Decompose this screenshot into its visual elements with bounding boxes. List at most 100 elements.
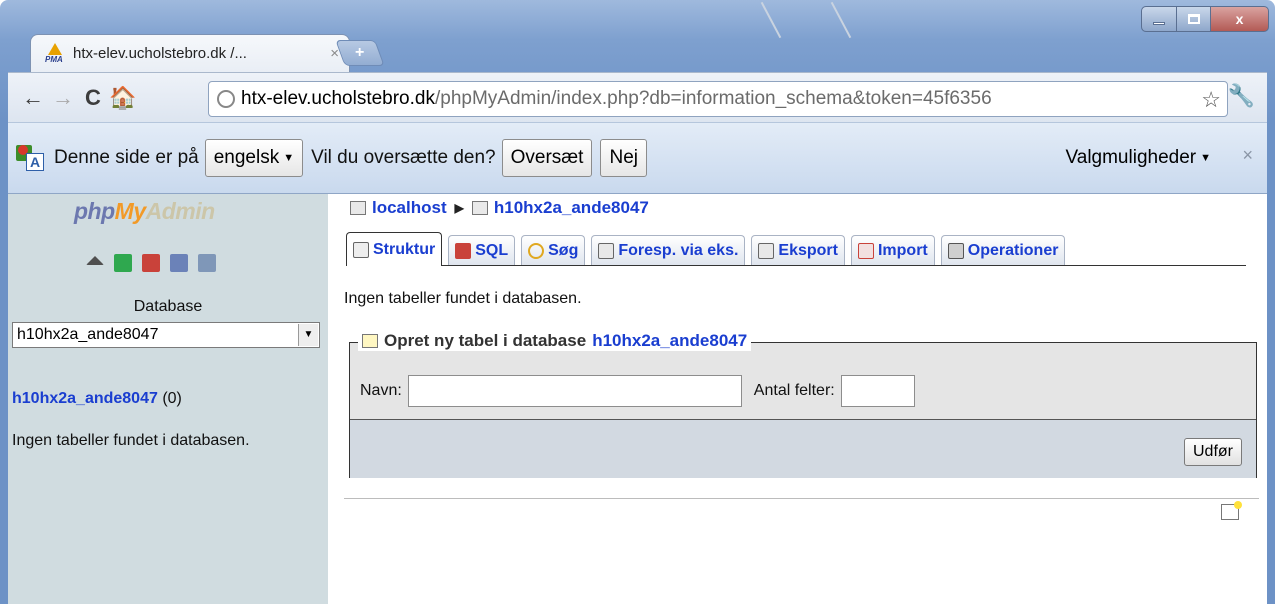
browser-toolbar: ← → C 🏠 htx-elev.ucholstebro.dk /phpMyAd… <box>8 72 1267 122</box>
query-icon <box>598 242 615 259</box>
tab-label: Operationer <box>967 241 1059 259</box>
options-label: Valgmuligheder <box>1065 147 1197 168</box>
logo-my: My <box>114 198 146 224</box>
tab-sql[interactable]: SQL <box>448 235 516 265</box>
page-content: phpMyAdmin Database h10hx2a_ande8047 ▼ h… <box>8 194 1267 604</box>
tab-search[interactable]: Søg <box>521 235 586 265</box>
navigation-sidebar: phpMyAdmin Database h10hx2a_ande8047 ▼ h… <box>8 194 328 604</box>
tab-operations[interactable]: Operationer <box>940 235 1066 265</box>
reload-icon[interactable]: C <box>78 85 108 111</box>
plus-icon: + <box>355 44 365 61</box>
sql-query-icon[interactable] <box>142 254 160 272</box>
close-icon: x <box>1235 11 1244 27</box>
bookmark-star-icon[interactable]: ☆ <box>1201 87 1221 113</box>
create-table-inputs: Navn: Antal felter: <box>350 363 1256 419</box>
window-controls: x <box>1141 6 1269 32</box>
tab-label: SQL <box>475 241 509 259</box>
create-table-legend: Opret ny tabel i database h10hx2a_ande80… <box>358 331 752 351</box>
export-icon <box>758 242 775 259</box>
minimize-button[interactable] <box>1141 6 1177 32</box>
open-new-window-icon[interactable] <box>1221 501 1242 520</box>
exit-icon[interactable] <box>114 254 132 272</box>
table-count: (0) <box>162 390 182 407</box>
tab-query[interactable]: Foresp. via eks. <box>591 235 746 265</box>
documentation-icon[interactable] <box>198 254 216 272</box>
breadcrumb: localhost ▶ h10hx2a_ande8047 <box>350 198 649 218</box>
url-host: htx-elev.ucholstebro.dk <box>241 88 435 109</box>
main-panel: localhost ▶ h10hx2a_ande8047 Struktur SQ… <box>344 194 1259 604</box>
tab-label: Struktur <box>373 240 436 258</box>
logo-admin: Admin <box>145 198 216 224</box>
infobar-close-icon[interactable]: × <box>1242 145 1253 166</box>
desktop-decoration <box>830 1 852 39</box>
translate-prefix: Denne side er på <box>54 147 199 168</box>
translate-button[interactable]: Oversæt <box>501 139 593 177</box>
phpmyadmin-logo[interactable]: phpMyAdmin <box>74 198 215 225</box>
divider <box>344 498 1259 499</box>
database-select[interactable]: h10hx2a_ande8047 ▼ <box>12 322 320 348</box>
no-tables-message: Ingen tabeller fundet i databasen. <box>344 290 582 307</box>
server-icon <box>350 201 366 215</box>
breadcrumb-arrow-icon: ▶ <box>454 201 464 215</box>
table-name-input[interactable] <box>407 375 742 407</box>
breadcrumb-database[interactable]: h10hx2a_ande8047 <box>494 198 649 218</box>
chevron-down-icon[interactable]: ▼ <box>298 324 318 346</box>
tab-label: Foresp. via eks. <box>618 241 739 259</box>
chevron-down-icon: ▼ <box>1200 152 1211 164</box>
language-dropdown[interactable]: engelsk ▼ <box>204 139 304 177</box>
language-value: engelsk <box>213 147 280 168</box>
no-translate-button[interactable]: Nej <box>600 139 647 177</box>
wrench-menu-icon[interactable]: 🔧 <box>1228 83 1255 109</box>
back-icon[interactable]: ← <box>18 85 48 111</box>
search-icon <box>528 242 545 259</box>
tab-label: Eksport <box>778 241 838 259</box>
minimize-icon <box>1153 21 1165 25</box>
home-icon[interactable]: 🏠 <box>108 85 138 111</box>
tab-struktur[interactable]: Struktur <box>346 232 443 266</box>
tab-label: Import <box>877 241 928 259</box>
translate-infobar: A Denne side er på engelsk ▼ Vil du over… <box>8 122 1267 194</box>
form-footer: Udfør <box>350 419 1256 478</box>
page-info-icon[interactable] <box>217 90 235 108</box>
database-select-value: h10hx2a_ande8047 <box>17 326 159 343</box>
database-link-row: h10hx2a_ande8047 (0) <box>12 390 182 408</box>
url-path: /phpMyAdmin/index.php?db=information_sch… <box>434 88 992 109</box>
sidebar-icon-row <box>86 254 216 272</box>
database-icon <box>471 201 488 215</box>
translate-options-menu[interactable]: Valgmuligheder ▼ <box>1065 147 1211 169</box>
database-tabs: Struktur SQL Søg Foresp. via eks. Ekspor… <box>346 232 1246 266</box>
tab-import[interactable]: Import <box>850 235 935 265</box>
go-button[interactable]: Udfør <box>1184 438 1242 466</box>
forward-icon[interactable]: → <box>48 85 78 111</box>
legend-label: Opret ny tabel i database <box>384 331 587 350</box>
browser-tab[interactable]: PMA htx-elev.ucholstebro.dk /... × <box>30 34 350 72</box>
database-label: Database <box>133 298 203 315</box>
browser-window: PMA htx-elev.ucholstebro.dk /... × + x ←… <box>0 0 1275 604</box>
breadcrumb-server[interactable]: localhost <box>372 198 447 218</box>
translate-question: Vil du oversætte den? <box>311 147 496 168</box>
tab-export[interactable]: Eksport <box>751 235 845 265</box>
name-label: Navn: <box>360 382 402 399</box>
database-link[interactable]: h10hx2a_ande8047 <box>12 390 158 407</box>
phpmyadmin-favicon-icon: PMA <box>45 42 65 65</box>
create-table-form: Opret ny tabel i database h10hx2a_ande80… <box>349 331 1257 478</box>
address-bar[interactable]: htx-elev.ucholstebro.dk /phpMyAdmin/inde… <box>208 81 1228 117</box>
structure-icon <box>353 241 369 258</box>
tab-title: htx-elev.ucholstebro.dk /... <box>73 45 247 62</box>
import-icon <box>857 242 874 259</box>
maximize-button[interactable] <box>1177 6 1211 32</box>
desktop-decoration <box>760 1 782 39</box>
close-window-button[interactable]: x <box>1211 6 1269 32</box>
new-tab-button[interactable]: + <box>335 40 385 66</box>
tools-icon <box>947 242 964 259</box>
logo-php: php <box>74 198 115 224</box>
field-count-input[interactable] <box>840 375 915 407</box>
chevron-down-icon: ▼ <box>283 152 295 164</box>
sql-icon <box>455 242 472 259</box>
fields-label: Antal felter: <box>753 382 835 399</box>
new-table-icon <box>362 334 378 348</box>
translate-icon: A <box>16 145 44 171</box>
help-icon[interactable] <box>170 254 188 272</box>
home-icon[interactable] <box>86 256 104 265</box>
legend-database: h10hx2a_ande8047 <box>592 331 748 350</box>
